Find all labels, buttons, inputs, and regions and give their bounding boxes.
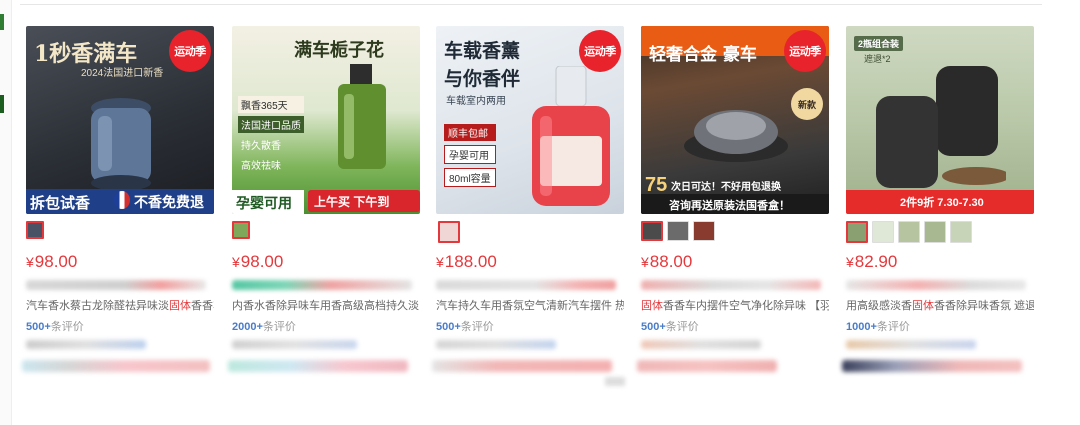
thumbnail[interactable] — [438, 221, 460, 243]
image-subline-2: 咨询再送原装法国香盒！ — [669, 200, 790, 212]
image-subline: 遮退*2 — [864, 54, 891, 64]
product-price: ¥188.00 — [436, 252, 497, 271]
review-count-link[interactable]: 500+ — [26, 321, 51, 333]
image-subline: 车载室内两用 — [446, 96, 506, 107]
product-image-4[interactable]: 轻奢合金 豪车 运动季 新款 75 次日可达！不好用包退换 咨询再送原装法国香盒… — [641, 26, 829, 214]
diffuser-graphic — [91, 98, 151, 191]
obscured-text — [436, 280, 616, 290]
thumbnail[interactable] — [846, 221, 868, 243]
product-price: ¥88.00 — [641, 252, 693, 271]
image-banner-left: 孕婴可用 — [236, 195, 292, 211]
promo-badge: 运动季 — [169, 30, 211, 72]
thumbnail[interactable] — [872, 221, 894, 243]
image-feature-tags: 飘香365天 法国进口品质 持久散香 高效祛味 — [238, 96, 304, 173]
image-headline: 轻奢合金 豪车 — [649, 45, 757, 65]
image-banner-right: 上午买 下午到 — [314, 195, 390, 209]
bottle-graphic — [532, 66, 610, 206]
thumbnail[interactable] — [950, 221, 972, 243]
thumbnail-strip — [26, 221, 44, 241]
promo-badge: 运动季 — [784, 30, 826, 72]
thumbnail[interactable] — [26, 221, 44, 239]
product-image-3[interactable]: 车载香薰 与你香伴 车载室内两用 运动季 顺丰包邮 孕婴可用 80ml容量 — [436, 26, 624, 214]
left-edge-panel — [0, 0, 12, 425]
product-price: ¥98.00 — [26, 252, 77, 272]
image-banner-left: 拆包试香 — [30, 195, 91, 212]
product-image-2[interactable]: 满车栀子花 飘香365天 法国进口品质 持久散香 高效祛味 孕婴可用 上午买 下… — [232, 26, 420, 214]
obscured-text — [641, 280, 821, 290]
thumbnail[interactable] — [693, 221, 715, 241]
product-price: ¥98.00 — [232, 252, 284, 271]
product-card-3[interactable]: 车载香薰 与你香伴 车载室内两用 运动季 顺丰包邮 孕婴可用 80ml容量 ¥1… — [432, 24, 624, 404]
obscured-promo — [842, 360, 1022, 372]
image-banner: 2件9折 7.30-7.30 — [900, 197, 984, 209]
thumbnail-strip — [232, 221, 250, 241]
image-headline: 2瓶组合装 — [854, 36, 904, 51]
thumbnail[interactable] — [232, 221, 250, 239]
product-price: ¥82.90 — [846, 252, 898, 271]
review-count: 500+条评价 — [641, 321, 699, 333]
obscured-shop — [232, 340, 357, 349]
review-count: 1000+条评价 — [846, 321, 910, 333]
obscured-shop — [641, 340, 761, 349]
thumbnail-strip — [438, 221, 460, 243]
thumbnail-strip — [641, 221, 715, 241]
bottle-graphic — [338, 64, 386, 169]
obscured-promo — [432, 360, 612, 372]
product-card-2[interactable]: 满车栀子花 飘香365天 法国进口品质 持久散香 高效祛味 孕婴可用 上午买 下… — [228, 24, 420, 404]
new-badge: 新款 — [791, 88, 823, 120]
product-pair-graphic — [876, 66, 1006, 188]
thumbnail[interactable] — [898, 221, 920, 243]
product-card-4[interactable]: 轻奢合金 豪车 运动季 新款 75 次日可达！不好用包退换 咨询再送原装法国香盒… — [637, 24, 829, 404]
thumbnail-strip — [846, 221, 972, 243]
image-subline: 次日可达！不好用包退换 — [671, 182, 781, 193]
price-value: 98.00 — [34, 252, 78, 271]
product-card-5[interactable]: 2瓶组合装 遮退*2 2件9折 7.30-7.30 ¥82.90 用高级感淡香固… — [842, 24, 1034, 404]
image-headline-2: 与你香伴 — [444, 68, 521, 90]
thumbnail[interactable] — [667, 221, 689, 241]
image-banner-right: 不香免费退 — [134, 194, 204, 210]
diffuser-graphic — [684, 110, 788, 162]
obscured-promo — [22, 360, 210, 372]
image-headline: 满车栀子花 — [294, 40, 384, 61]
product-title[interactable]: 汽车持久车用香氛空气清新汽车摆件 热带 — [436, 297, 624, 313]
obscured-text — [846, 280, 1026, 290]
review-count: 2000+条评价 — [232, 321, 296, 333]
review-count: 500+条评价 — [436, 321, 494, 333]
product-title[interactable]: 用高级感淡香固体香香除异味香氛 遮退(2 — [846, 297, 1034, 313]
product-image-5[interactable]: 2瓶组合装 遮退*2 2件9折 7.30-7.30 — [846, 26, 1034, 214]
thumbnail[interactable] — [641, 221, 663, 241]
obscured-promo — [637, 360, 777, 372]
product-title[interactable]: 内香水香除异味车用香高级高档持久淡 — [232, 297, 420, 313]
obscured-shop — [436, 340, 556, 349]
obscured-text — [26, 280, 206, 290]
obscured-text — [232, 280, 412, 290]
obscured-shop — [26, 340, 146, 349]
product-image-1[interactable]: 1秒香满车 2024法国进口新香 运动季 拆包试香 不香免费退 — [26, 26, 214, 214]
product-title[interactable]: 固体香香车内摆件空气净化除异味 【羽纱 — [641, 297, 829, 313]
top-divider — [20, 4, 1042, 5]
review-count: 500+条评价 — [26, 321, 84, 333]
obscured-shop — [846, 340, 976, 349]
image-headline: 车载香薰 — [444, 40, 521, 62]
obscured-mark — [605, 377, 625, 386]
thumbnail[interactable] — [924, 221, 946, 243]
image-feature-tags: 顺丰包邮 孕婴可用 80ml容量 — [444, 124, 496, 187]
obscured-promo — [228, 360, 408, 372]
image-subline: 2024法国进口新香 — [81, 68, 164, 79]
product-title[interactable]: 汽车香水蔡古龙除醛祛异味淡固体香香车 — [26, 297, 214, 313]
currency-symbol: ¥ — [26, 254, 34, 270]
product-card-1[interactable]: 1秒香满车 2024法国进口新香 运动季 拆包试香 不香免费退 ¥98.00 汽… — [22, 24, 214, 404]
